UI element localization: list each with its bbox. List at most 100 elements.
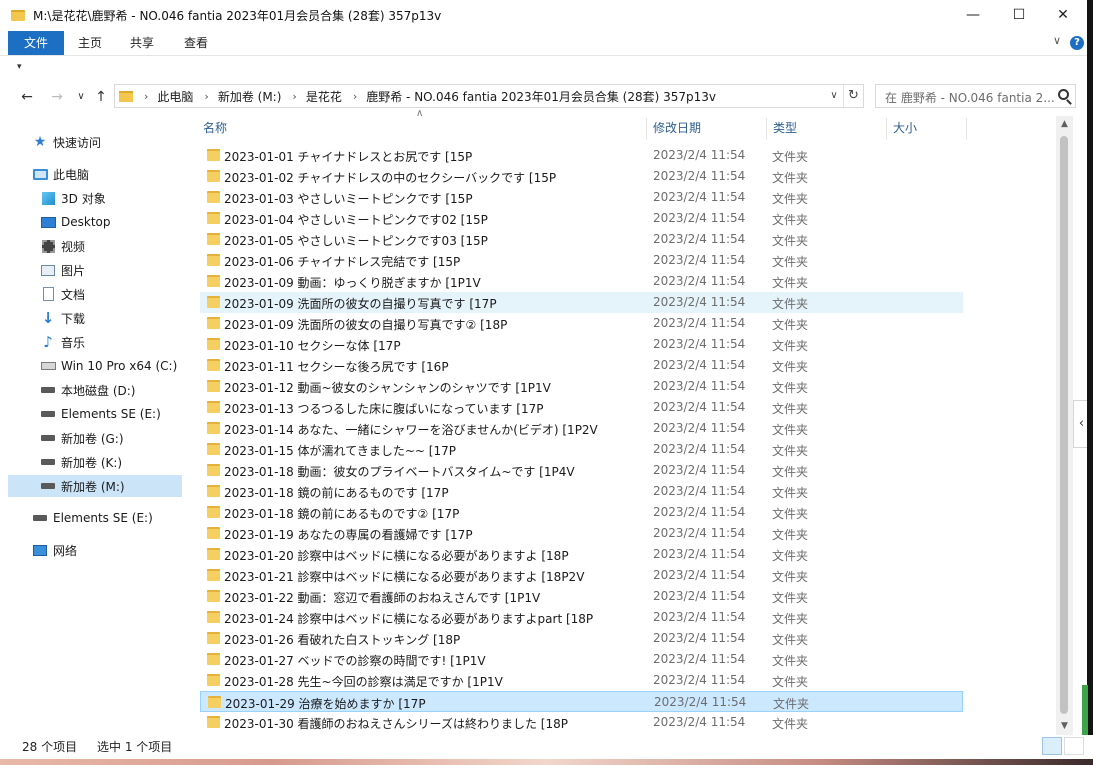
breadcrumb-current-folder[interactable]: 鹿野希 - NO.046 fantia 2023年01月会员合集 (28套) 3… <box>366 88 716 105</box>
up-button[interactable]: ↑ <box>90 86 112 108</box>
file-row[interactable]: 2023-01-13 つるつるした床に腹ばいになっています [17P 2023/2… <box>200 397 963 418</box>
file-row[interactable]: 2023-01-11 セクシーな後ろ尻です [16P 2023/2/4 11:54… <box>200 355 963 376</box>
refresh-icon[interactable]: ↻ <box>843 85 863 107</box>
file-date: 2023/2/4 11:54 <box>654 695 747 709</box>
breadcrumb-parent-folder[interactable]: 是花花 <box>306 88 342 105</box>
large-icons-view-icon[interactable] <box>1064 737 1084 755</box>
breadcrumb-this-pc[interactable]: 此电脑 <box>157 88 193 105</box>
file-row[interactable]: 2023-01-29 治療を始めますか [17P 2023/2/4 11:54 文件… <box>200 691 963 712</box>
address-bar[interactable]: › 此电脑 › 新加卷 (M:) › 是花花 › 鹿野希 - NO.046 fa… <box>114 84 864 108</box>
chevron-right-icon[interactable]: › <box>353 90 357 103</box>
file-name: 2023-01-30 看護師のおねえさんシリーズは終わりました [18P <box>224 717 568 731</box>
file-row[interactable]: 2023-01-09 動画：ゆっくり脱ぎますか [1P1V 2023/2/4 11… <box>200 271 963 292</box>
help-icon[interactable]: ? <box>1070 36 1084 50</box>
sidebar-item-this-pc[interactable]: 此电脑 <box>8 163 182 185</box>
drive-icon <box>40 478 56 494</box>
sidebar-item-drive-k[interactable]: 新加卷 (K:) <box>8 451 182 473</box>
file-row[interactable]: 2023-01-10 セクシーな体 [17P 2023/2/4 11:54 文件夹 <box>200 334 963 355</box>
file-row[interactable]: 2023-01-30 看護師のおねえさんシリーズは終わりました [18P 2023… <box>200 712 963 733</box>
column-header-date[interactable]: 修改日期 <box>653 118 763 140</box>
drive-icon <box>40 454 56 470</box>
column-divider[interactable] <box>646 118 647 140</box>
file-date: 2023/2/4 11:54 <box>653 463 746 477</box>
minimize-button[interactable]: — <box>950 0 996 30</box>
sidebar-item-documents[interactable]: 文档 <box>8 283 182 305</box>
forward-button[interactable]: → <box>46 86 68 108</box>
breadcrumb-drive[interactable]: 新加卷 (M:) <box>218 88 282 105</box>
sidebar-item-drive-c[interactable]: Win 10 Pro x64 (C:) <box>8 355 182 377</box>
sidebar-item-label: 新加卷 (G:) <box>61 431 124 446</box>
sidebar-item-network[interactable]: 网络 <box>8 539 182 561</box>
file-name: 2023-01-21 診察中はベッドに横になる必要がありますよ [18P2V <box>224 570 585 584</box>
file-row[interactable]: 2023-01-12 動画~彼女のシャンシャンのシャツです [1P1V 2023/… <box>200 376 963 397</box>
file-row[interactable]: 2023-01-06 チャイナドレス完結です [15P 2023/2/4 11:5… <box>200 250 963 271</box>
file-row[interactable]: 2023-01-02 チャイナドレスの中のセクシーバックです [15P 2023/… <box>200 166 963 187</box>
sidebar-item-quick-access[interactable]: ★ 快速访问 <box>8 131 182 153</box>
file-row[interactable]: 2023-01-04 やさしいミートピンクです02 [15P 2023/2/4 1… <box>200 208 963 229</box>
back-button[interactable]: ← <box>16 86 38 108</box>
close-button[interactable]: ✕ <box>1040 0 1086 30</box>
column-divider[interactable] <box>766 118 767 140</box>
file-row[interactable]: 2023-01-20 診察中はベッドに横になる必要がありますよ [18P 2023… <box>200 544 963 565</box>
scrollbar-thumb[interactable] <box>1060 136 1068 714</box>
file-row[interactable]: 2023-01-09 洗面所の彼女の自撮り写真です② [18P 2023/2/4 … <box>200 313 963 334</box>
file-name: 2023-01-06 チャイナドレス完結です [15P <box>224 255 461 269</box>
file-row[interactable]: 2023-01-01 チャイナドレスとお尻です [15P 2023/2/4 11:… <box>200 145 963 166</box>
maximize-button[interactable]: ☐ <box>996 0 1042 30</box>
folder-icon <box>207 674 220 686</box>
tab-view[interactable]: 查看 <box>172 31 220 55</box>
chevron-right-icon[interactable]: › <box>144 90 148 103</box>
tab-share[interactable]: 共享 <box>118 31 166 55</box>
sidebar-item-drive-e[interactable]: Elements SE (E:) <box>8 403 182 425</box>
details-view-icon[interactable] <box>1042 737 1062 755</box>
file-row[interactable]: 2023-01-24 診察中はベッドに横になる必要がありますよpart [18P… <box>200 607 963 628</box>
column-header-size[interactable]: 大小 <box>893 118 963 140</box>
tab-file[interactable]: 文件 <box>8 31 64 55</box>
navigation-pane: ★ 快速访问 此电脑 3D 对象 Desktop 视频 图片 文档 ↓ 下载 ♪… <box>8 118 182 735</box>
column-header-name[interactable]: 名称 <box>203 118 643 140</box>
sidebar-item-downloads[interactable]: ↓ 下载 <box>8 307 182 329</box>
column-divider[interactable] <box>966 118 967 140</box>
file-row[interactable]: 2023-01-22 動画：窓辺で看護師のおねえさんです [1P1V 2023/2… <box>200 586 963 607</box>
file-name: 2023-01-09 動画：ゆっくり脱ぎますか [1P1V <box>224 276 481 290</box>
column-divider[interactable] <box>886 118 887 140</box>
file-row[interactable]: 2023-01-21 診察中はベッドに横になる必要がありますよ [18P2V 20… <box>200 565 963 586</box>
search-input[interactable]: 在 鹿野希 - NO.046 fantia 2... <box>875 84 1076 108</box>
customize-toolbar-icon[interactable]: ▾ <box>17 62 22 72</box>
file-row[interactable]: 2023-01-05 やさしいミートピンクです03 [15P 2023/2/4 1… <box>200 229 963 250</box>
tab-home[interactable]: 主页 <box>66 31 114 55</box>
file-row[interactable]: 2023-01-26 看破れた白ストッキング [18P 2023/2/4 11:5… <box>200 628 963 649</box>
file-row[interactable]: 2023-01-28 先生~今回の診察は満足ですか [1P1V 2023/2/4 … <box>200 670 963 691</box>
file-row[interactable]: 2023-01-03 やさしいミートピンクです [15P 2023/2/4 11:… <box>200 187 963 208</box>
expand-ribbon-icon[interactable]: ∨ <box>1053 34 1061 47</box>
file-row[interactable]: 2023-01-09 洗面所の彼女の自撮り写真です [17P 2023/2/4 1… <box>200 292 963 313</box>
sidebar-item-drive-m[interactable]: 新加卷 (M:) <box>8 475 182 497</box>
file-row[interactable]: 2023-01-14 あなた、一緒にシャワーを浴びませんか(ビデオ) [1P2V… <box>200 418 963 439</box>
sidebar-item-drive-g[interactable]: 新加卷 (G:) <box>8 427 182 449</box>
folder-icon <box>119 90 133 102</box>
file-row[interactable]: 2023-01-18 鏡の前にあるものです [17P 2023/2/4 11:54… <box>200 481 963 502</box>
sidebar-item-desktop[interactable]: Desktop <box>8 211 182 233</box>
sidebar-item-videos[interactable]: 视频 <box>8 235 182 257</box>
folder-icon <box>207 443 220 455</box>
sidebar-item-music[interactable]: ♪ 音乐 <box>8 331 182 353</box>
search-icon[interactable] <box>1058 89 1069 100</box>
file-row[interactable]: 2023-01-18 動画：彼女のプライベートバスタイム~です [1P4V 202… <box>200 460 963 481</box>
recent-locations-button[interactable]: ∨ <box>70 86 92 108</box>
chevron-down-icon[interactable]: ∨ <box>825 85 843 107</box>
sidebar-item-drive-d[interactable]: 本地磁盘 (D:) <box>8 379 182 401</box>
scroll-up-icon[interactable]: ▲ <box>1056 116 1073 133</box>
vertical-scrollbar[interactable]: ▲ ▼ <box>1056 116 1073 735</box>
file-row[interactable]: 2023-01-15 体が濡れてきました~~ [17P 2023/2/4 11:5… <box>200 439 963 460</box>
scroll-down-icon[interactable]: ▼ <box>1056 718 1073 735</box>
chevron-right-icon[interactable]: › <box>292 90 296 103</box>
sidebar-item-elements-se[interactable]: Elements SE (E:) <box>8 507 182 529</box>
column-header-type[interactable]: 类型 <box>773 118 883 140</box>
file-row[interactable]: 2023-01-19 あなたの専属の看護婦です [17P 2023/2/4 11:… <box>200 523 963 544</box>
file-row[interactable]: 2023-01-18 鏡の前にあるものです② [17P 2023/2/4 11:5… <box>200 502 963 523</box>
chevron-right-icon[interactable]: › <box>204 90 208 103</box>
file-date: 2023/2/4 11:54 <box>653 442 746 456</box>
file-row[interactable]: 2023-01-27 ベッドでの診察の時間です! [1P1V 2023/2/4 1… <box>200 649 963 670</box>
sidebar-item-3d-objects[interactable]: 3D 对象 <box>8 187 182 209</box>
sidebar-item-pictures[interactable]: 图片 <box>8 259 182 281</box>
